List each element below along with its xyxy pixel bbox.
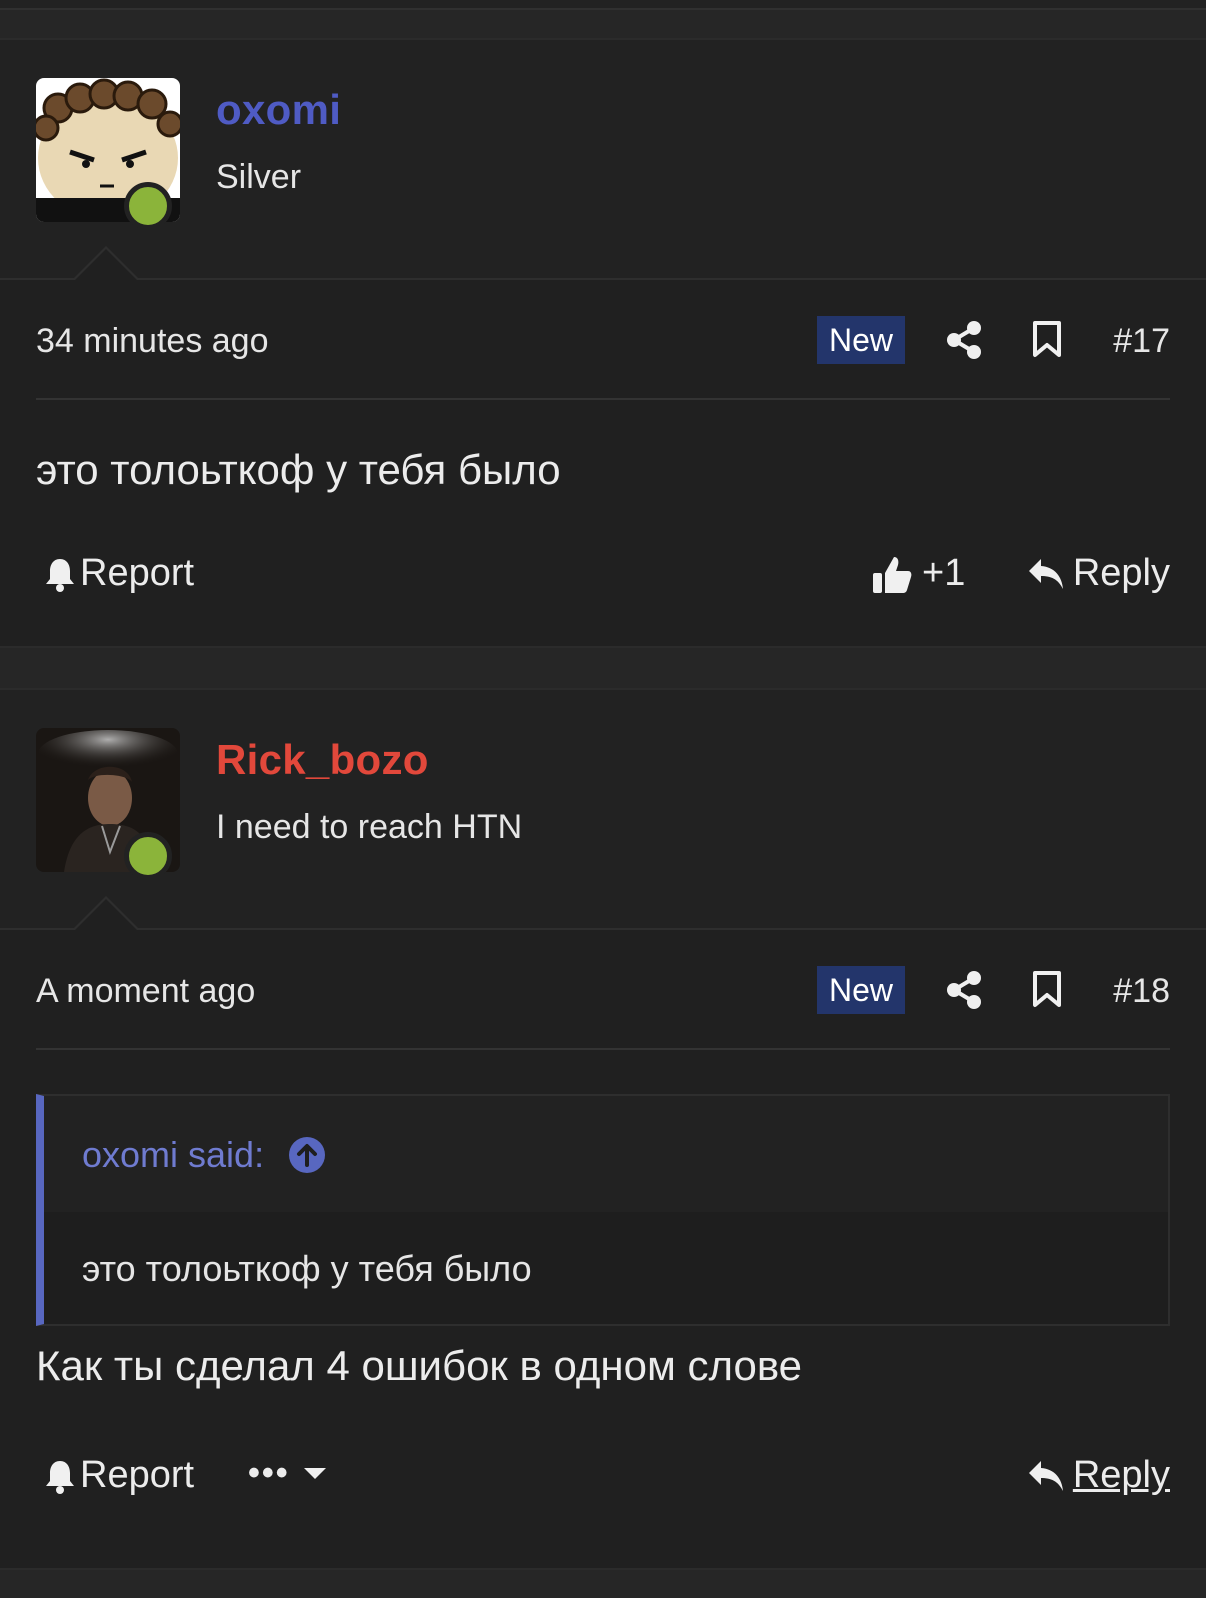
post-number[interactable]: #17 xyxy=(1113,322,1170,361)
bell-icon xyxy=(46,1460,74,1494)
like-button[interactable]: +1 xyxy=(872,552,965,595)
post-body: Как ты сделал 4 ошибок в одном слове xyxy=(36,1342,803,1389)
quote-block: oxomi said: это толоьткоф у тебя было xyxy=(36,1094,1170,1326)
post-time[interactable]: 34 minutes ago xyxy=(36,322,269,361)
online-status-dot xyxy=(124,182,172,230)
post-actions: Report ••• Reply xyxy=(36,1454,1170,1514)
post-body: это толоьткоф у тебя было xyxy=(36,446,561,493)
user-title: I need to reach HTN xyxy=(216,808,523,846)
report-button[interactable]: Report xyxy=(44,1454,194,1497)
post-17: oxomi Silver 34 minutes ago New #17 это … xyxy=(0,38,1206,648)
quote-author: oxomi said: xyxy=(82,1134,265,1175)
new-badge: New xyxy=(817,966,905,1014)
user-title: Silver xyxy=(216,158,302,196)
like-count: +1 xyxy=(922,552,966,594)
report-button[interactable]: Report xyxy=(44,552,194,595)
report-label: Report xyxy=(80,552,195,594)
user-block: Rick_bozo I need to reach HTN xyxy=(0,690,1206,931)
user-block: oxomi Silver xyxy=(0,40,1206,281)
online-status-dot xyxy=(124,832,172,880)
reply-button[interactable]: Reply xyxy=(1027,1454,1170,1497)
quote-header: oxomi said: xyxy=(44,1096,1168,1212)
chevron-down-icon xyxy=(303,1467,326,1479)
post-18: Rick_bozo I need to reach HTN A moment a… xyxy=(0,688,1206,1570)
reply-icon xyxy=(1028,558,1063,589)
new-badge: New xyxy=(817,316,905,364)
more-options-button[interactable]: ••• xyxy=(248,1454,328,1493)
reply-label: Reply xyxy=(1072,552,1170,594)
share-icon[interactable] xyxy=(946,320,982,360)
share-icon[interactable] xyxy=(946,970,982,1010)
thumbs-up-icon xyxy=(873,556,912,593)
username[interactable]: Rick_bozo xyxy=(216,736,429,784)
post-meta: A moment ago New #18 xyxy=(36,930,1170,1050)
jump-to-quote-icon xyxy=(289,1137,326,1173)
post-time[interactable]: A moment ago xyxy=(36,972,255,1011)
report-label: Report xyxy=(80,1454,195,1496)
post-actions: Report +1 Reply xyxy=(36,552,1170,612)
reply-label: Reply xyxy=(1072,1454,1170,1496)
bookmark-icon[interactable] xyxy=(1032,970,1062,1008)
more-dots: ••• xyxy=(248,1454,290,1492)
quote-text: это толоьткоф у тебя было xyxy=(82,1248,532,1289)
bell-icon xyxy=(46,558,74,592)
reply-icon xyxy=(1028,1460,1063,1491)
user-block-pointer xyxy=(72,896,140,931)
top-divider xyxy=(0,0,1206,10)
username[interactable]: oxomi xyxy=(216,86,341,134)
user-block-pointer xyxy=(72,246,140,281)
post-number[interactable]: #18 xyxy=(1113,972,1170,1011)
reply-button[interactable]: Reply xyxy=(1027,552,1170,595)
post-meta: 34 minutes ago New #17 xyxy=(36,280,1170,400)
quote-author-link[interactable]: oxomi said: xyxy=(82,1134,326,1176)
bookmark-icon[interactable] xyxy=(1032,320,1062,358)
